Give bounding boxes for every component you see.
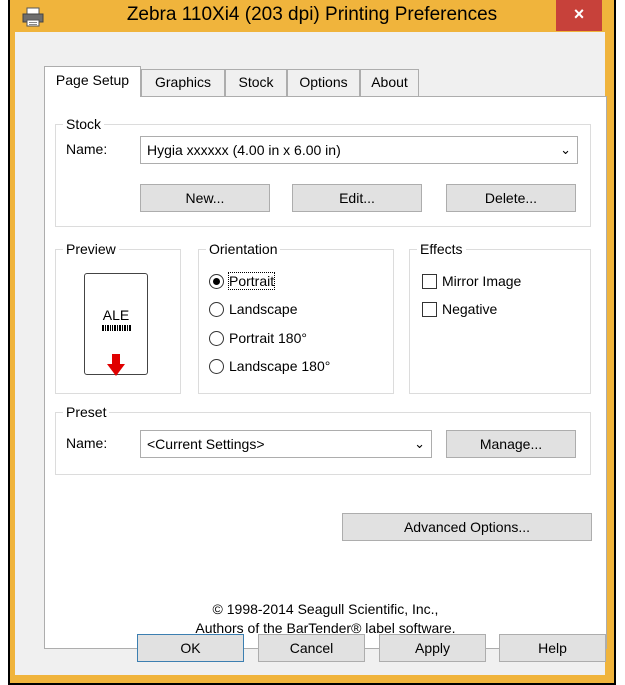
effects-group-title: Effects	[417, 240, 466, 258]
barcode-icon	[102, 325, 131, 331]
mirror-image-checkbox[interactable]: Mirror Image	[422, 272, 521, 290]
tab-about[interactable]: About	[360, 69, 419, 96]
radio-empty-icon	[209, 331, 224, 346]
tab-stock[interactable]: Stock	[225, 69, 287, 96]
preset-name-dropdown[interactable]: <Current Settings> ⌄	[140, 430, 432, 458]
checkbox-unchecked-icon	[422, 274, 437, 289]
chevron-down-icon: ⌄	[414, 436, 425, 451]
negative-checkbox[interactable]: Negative	[422, 300, 497, 318]
stock-name-dropdown[interactable]: Hygia xxxxxx (4.00 in x 6.00 in) ⌄	[140, 136, 578, 164]
stock-group: Stock Name: Hygia xxxxxx (4.00 in x 6.00…	[55, 115, 591, 227]
effects-group: Effects Mirror Image Negative	[409, 240, 591, 394]
chevron-down-icon: ⌄	[560, 142, 571, 157]
close-button[interactable]: ×	[556, 0, 602, 31]
checkbox-unchecked-icon	[422, 302, 437, 317]
orientation-group-title: Orientation	[206, 240, 281, 258]
orientation-portrait-180-radio[interactable]: Portrait 180°	[209, 329, 307, 347]
ok-button[interactable]: OK	[137, 634, 244, 662]
window-title: Zebra 110Xi4 (203 dpi) Printing Preferen…	[126, 4, 498, 25]
preset-group-title: Preset	[63, 403, 110, 421]
preset-name-value: <Current Settings>	[147, 436, 265, 452]
preview-label-text: ALE	[102, 307, 130, 323]
tab-graphics[interactable]: Graphics	[141, 69, 225, 96]
stock-edit-button[interactable]: Edit...	[292, 184, 422, 212]
stock-name-label: Name:	[66, 141, 108, 157]
copyright-line-1: © 1998-2014 Seagull Scientific, Inc.,	[212, 601, 439, 617]
orientation-group: Orientation Portrait Landscape Portrait …	[198, 240, 394, 394]
preset-manage-button[interactable]: Manage...	[446, 430, 576, 458]
orientation-landscape-radio[interactable]: Landscape	[209, 300, 298, 318]
printing-preferences-window: Zebra 110Xi4 (203 dpi) Printing Preferen…	[8, 0, 616, 685]
stock-delete-button[interactable]: Delete...	[446, 184, 576, 212]
stock-group-title: Stock	[63, 115, 105, 133]
radio-selected-icon	[209, 274, 224, 289]
tab-page-setup[interactable]: Page Setup	[44, 66, 141, 97]
copyright-icon: ©	[212, 601, 223, 617]
dialog-client-area: Page Setup Graphics Stock Options About …	[15, 32, 607, 675]
preset-group: Preset Name: <Current Settings> ⌄ Manage…	[55, 403, 591, 475]
orientation-portrait-radio[interactable]: Portrait	[209, 272, 276, 290]
preset-name-label: Name:	[66, 435, 108, 451]
tab-options[interactable]: Options	[287, 69, 360, 96]
page-setup-panel: Stock Name: Hygia xxxxxx (4.00 in x 6.00…	[44, 96, 607, 649]
radio-empty-icon	[209, 302, 224, 317]
title-bar[interactable]: Zebra 110Xi4 (203 dpi) Printing Preferen…	[8, 0, 616, 32]
cancel-button[interactable]: Cancel	[258, 634, 365, 662]
radio-empty-icon	[209, 359, 224, 374]
preview-group-title: Preview	[63, 240, 119, 258]
apply-button[interactable]: Apply	[379, 634, 486, 662]
orientation-landscape-180-radio[interactable]: Landscape 180°	[209, 357, 330, 375]
stock-name-value: Hygia xxxxxx (4.00 in x 6.00 in)	[147, 142, 341, 158]
feed-direction-arrow-icon	[107, 354, 125, 376]
stock-new-button[interactable]: New...	[140, 184, 270, 212]
preview-group: Preview ALE	[55, 240, 181, 394]
help-button[interactable]: Help	[499, 634, 606, 662]
advanced-options-button[interactable]: Advanced Options...	[342, 513, 592, 541]
